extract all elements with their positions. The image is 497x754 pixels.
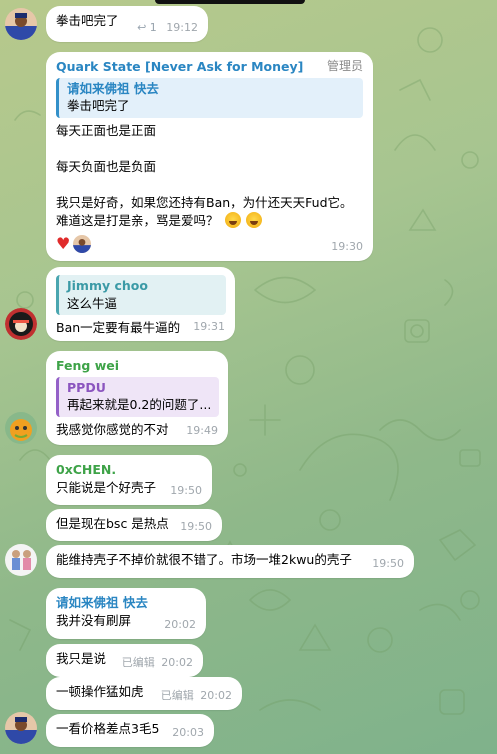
quote-sender: PPDU	[67, 379, 106, 395]
message-time: 20:02	[161, 656, 193, 670]
sender-name[interactable]: Feng wei	[56, 357, 218, 375]
avatar[interactable]	[5, 8, 37, 40]
sender-name[interactable]: Quark State [Never Ask for Money]	[56, 58, 363, 76]
user-avatar-icon	[5, 308, 37, 340]
message-bubble[interactable]: Quark State [Never Ask for Money] 管理员 请如…	[46, 52, 373, 261]
reply-arrow-icon[interactable]: ↩	[137, 21, 146, 34]
message-bubble[interactable]: 能维持壳子不掉价就很不错了。市场一堆2kwu的壳子 19:50	[46, 545, 414, 578]
quote-text: 拳击吧完了	[67, 98, 130, 113]
reply-quote[interactable]: PPDU 再起来就是0.2的问题了...	[56, 376, 219, 417]
message-time: 19:30	[331, 240, 363, 254]
message-line: 难道这是打是亲，骂是爱吗？	[56, 212, 219, 228]
reply-quote[interactable]: 请如来佛祖 快去 拳击吧完了	[56, 77, 363, 118]
message-time: 20:02	[164, 618, 196, 632]
quote-text: 这么牛逼	[67, 295, 118, 311]
message-time: 19:12	[166, 21, 198, 35]
heart-reaction-icon[interactable]: ♥	[56, 236, 70, 252]
admin-badge: 管理员	[326, 59, 363, 73]
sender-name[interactable]: 请如来佛祖 快去	[56, 594, 196, 612]
avatar[interactable]	[5, 712, 37, 744]
grinning-sweat-emoji-icon	[224, 211, 241, 228]
message-time: 19:50	[372, 557, 404, 571]
message-text: 拳击吧完了	[56, 13, 119, 28]
message-bubble[interactable]: 我只是说 已编辑 20:02	[46, 644, 203, 677]
quote-sender: Jimmy choo	[67, 278, 148, 293]
message-text: 我只是说	[56, 651, 107, 666]
reply-count[interactable]: 1	[150, 21, 157, 34]
message-bubble[interactable]: 拳击吧完了 ↩ 1 19:12	[46, 6, 208, 42]
user-avatar-reaction[interactable]	[73, 235, 92, 253]
top-bar-edge	[155, 0, 305, 4]
grinning-sweat-emoji-icon	[246, 211, 263, 228]
message-line: 每天负面也是负面	[56, 158, 157, 174]
sender-name[interactable]: 0xCHEN.	[56, 461, 202, 479]
user-avatar-icon	[5, 412, 37, 444]
user-avatar-icon	[5, 712, 37, 744]
message-time: 19:50	[170, 484, 202, 498]
message-text: 一看价格差点3毛5	[56, 721, 160, 736]
avatar[interactable]	[5, 412, 37, 444]
message-time: 19:31	[193, 320, 225, 334]
message-bubble[interactable]: Jimmy choo 这么牛逼 Ban一定要有最牛逼的 19:31	[46, 267, 235, 341]
message-bubble[interactable]: 一顿操作猛如虎 已编辑 20:02	[46, 677, 242, 710]
user-avatar-icon	[5, 8, 37, 40]
message-bubble[interactable]: 请如来佛祖 快去 我并没有刷屏 20:02	[46, 588, 206, 639]
quote-sender: 请如来佛祖 快去	[67, 80, 159, 96]
avatar[interactable]	[5, 308, 37, 340]
message-bubble[interactable]: 一看价格差点3毛5 20:03	[46, 714, 214, 747]
message-bubble[interactable]: 0xCHEN. 只能说是个好壳子 19:50	[46, 455, 212, 505]
message-text: 但是现在bsc 是热点	[56, 516, 169, 531]
message-time: 20:03	[172, 726, 204, 740]
message-bubble[interactable]: Feng wei PPDU 再起来就是0.2的问题了... 我感觉你感觉的不对 …	[46, 351, 228, 445]
reactions-row: ♥	[56, 234, 363, 254]
message-bubble[interactable]: 但是现在bsc 是热点 19:50	[46, 509, 222, 541]
user-avatar-icon	[5, 544, 37, 576]
message-text: 能维持壳子不掉价就很不错了。市场一堆2kwu的壳子	[56, 552, 352, 567]
message-line: 我只是好奇，如果您还持有Ban，为什还天天Fud它。	[56, 194, 353, 210]
edited-label: 已编辑	[121, 656, 155, 670]
message-time: 19:50	[180, 520, 212, 534]
edited-label: 已编辑	[160, 689, 194, 703]
message-time: 20:02	[200, 689, 232, 703]
message-text: 一顿操作猛如虎	[56, 684, 144, 699]
quote-text: 再起来就是0.2的问题了...	[67, 397, 211, 412]
message-line: 每天正面也是正面	[56, 122, 157, 138]
reply-quote[interactable]: Jimmy choo 这么牛逼	[56, 275, 226, 315]
message-time: 19:49	[186, 424, 218, 438]
avatar[interactable]	[5, 544, 37, 576]
